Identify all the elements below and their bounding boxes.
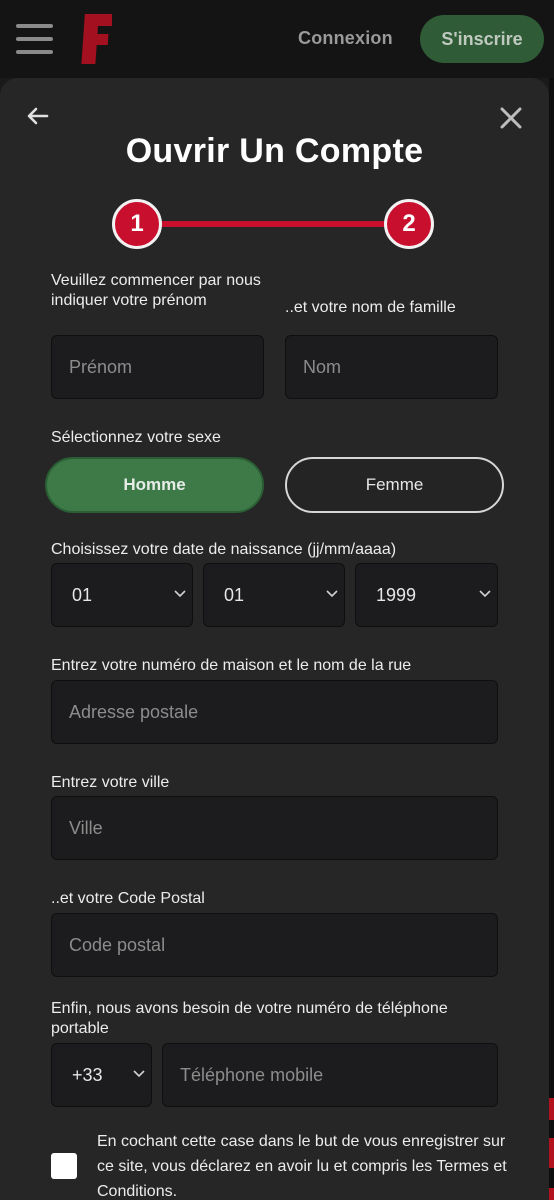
chevron-down-icon — [133, 1070, 145, 1078]
chevron-down-icon — [326, 590, 338, 598]
gender-female-button[interactable]: Femme — [285, 457, 504, 513]
first-name-input[interactable]: Prénom — [51, 335, 264, 399]
scroll-edge — [549, 78, 554, 1200]
top-bar: Connexion S'inscrire — [0, 0, 554, 78]
first-name-label: Veuillez commencer par nous indiquer vot… — [51, 272, 261, 309]
dob-year-select[interactable]: 1999 — [355, 563, 498, 627]
progress-stepper: 1 2 — [112, 199, 438, 249]
dob-month-value: 01 — [224, 585, 245, 605]
back-arrow-icon[interactable] — [26, 104, 50, 128]
brand-logo[interactable] — [80, 12, 112, 66]
dob-label: Choisissez votre date de naissance (jj/m… — [51, 541, 397, 558]
postcode-label: ..et votre Code Postal — [51, 890, 205, 907]
signup-button[interactable]: S'inscrire — [420, 15, 544, 63]
stepper-line — [152, 221, 402, 227]
last-name-input[interactable]: Nom — [285, 335, 498, 399]
dob-month-select[interactable]: 01 — [203, 563, 345, 627]
login-link[interactable]: Connexion — [298, 28, 393, 49]
phone-prefix-value: +33 — [72, 1065, 103, 1085]
postcode-input[interactable]: Code postal — [51, 913, 498, 977]
dob-year-value: 1999 — [376, 585, 417, 605]
city-label: Entrez votre ville — [51, 774, 170, 791]
phone-input[interactable]: Téléphone mobile — [162, 1043, 498, 1107]
step-2: 2 — [384, 199, 434, 249]
menu-icon[interactable] — [16, 22, 53, 56]
close-icon[interactable] — [498, 105, 524, 131]
step-1: 1 — [112, 199, 162, 249]
terms-checkbox[interactable] — [51, 1153, 77, 1179]
address-label: Entrez votre numéro de maison et le nom … — [51, 657, 412, 674]
address-input[interactable]: Adresse postale — [51, 680, 498, 744]
phone-prefix-select[interactable]: +33 — [51, 1043, 152, 1107]
page-title: Ouvrir Un Compte — [125, 132, 424, 170]
city-input[interactable]: Ville — [51, 796, 498, 860]
gender-male-button[interactable]: Homme — [45, 457, 264, 513]
chevron-down-icon — [174, 590, 186, 598]
dob-day-select[interactable]: 01 — [51, 563, 193, 627]
terms-text: En cochant cette case dans le but de vou… — [97, 1133, 507, 1200]
last-name-label: ..et votre nom de famille — [285, 299, 456, 316]
dob-day-value: 01 — [72, 585, 93, 605]
phone-label: Enfin, nous avons besoin de votre numéro… — [51, 1000, 448, 1037]
gender-label: Sélectionnez votre sexe — [51, 429, 221, 446]
chevron-down-icon — [479, 590, 491, 598]
